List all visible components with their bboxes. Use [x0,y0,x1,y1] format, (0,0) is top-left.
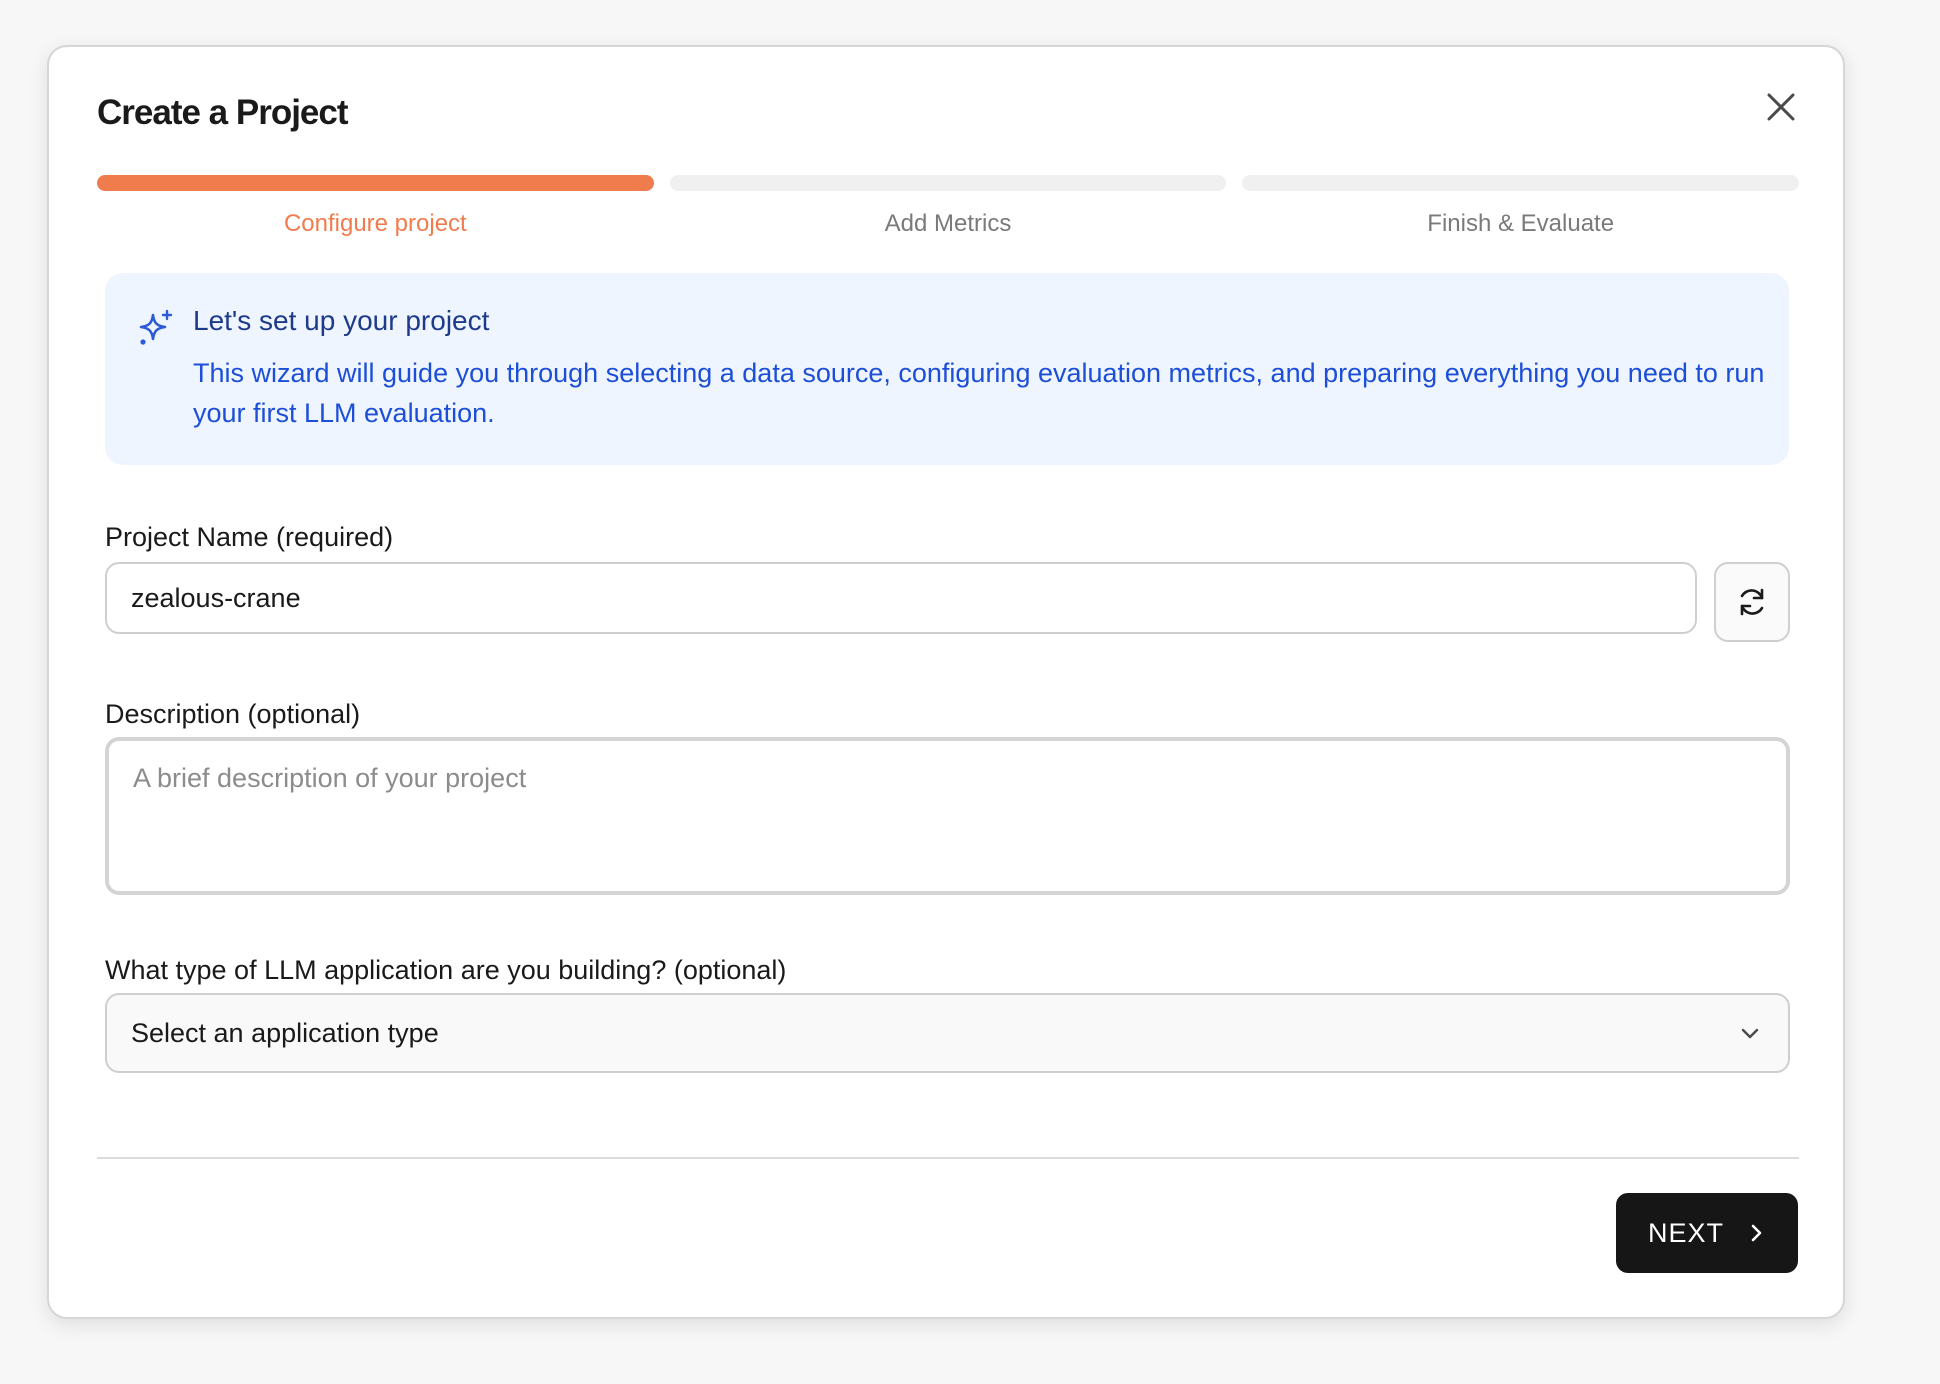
refresh-icon [1740,588,1764,616]
project-name-input[interactable] [105,562,1697,634]
next-button-label: NEXT [1647,1217,1724,1248]
next-button[interactable]: NEXT [1616,1193,1798,1273]
wizard-steps: Configure project Add Metrics Finish & E… [97,175,1800,238]
step-label: Configure project [283,210,467,237]
info-title: Let's set up your project [193,305,490,336]
step-configure-project[interactable]: Configure project [97,175,654,238]
step-progress-bar [97,175,654,191]
modal-title: Create a Project [97,93,349,132]
footer-divider [97,1157,1799,1159]
info-callout: Let's set up your project This wizard wi… [105,273,1789,465]
create-project-modal: Create a Project Configure project Add M… [47,45,1845,1319]
regenerate-name-button[interactable] [1714,562,1790,642]
close-icon [1767,93,1795,121]
app-type-selected-value: Select an application type [131,1017,439,1048]
sparkles-icon [139,309,173,345]
step-finish-evaluate[interactable]: Finish & Evaluate [1242,175,1800,238]
step-progress-bar [1242,175,1800,191]
description-textarea[interactable] [105,737,1790,895]
chevron-right-icon [1751,1224,1762,1242]
app-type-label: What type of LLM application are you bui… [105,955,787,985]
chevron-down-icon [1736,1019,1764,1047]
step-progress-bar [669,175,1227,191]
info-body: This wizard will guide you through selec… [193,358,1765,428]
step-label: Add Metrics [884,210,1012,237]
project-name-label: Project Name (required) [105,522,394,552]
close-button[interactable] [1759,85,1803,129]
description-label: Description (optional) [105,699,361,729]
app-type-select[interactable]: Select an application type [105,993,1790,1073]
step-add-metrics[interactable]: Add Metrics [669,175,1227,238]
step-label: Finish & Evaluate [1427,210,1615,237]
